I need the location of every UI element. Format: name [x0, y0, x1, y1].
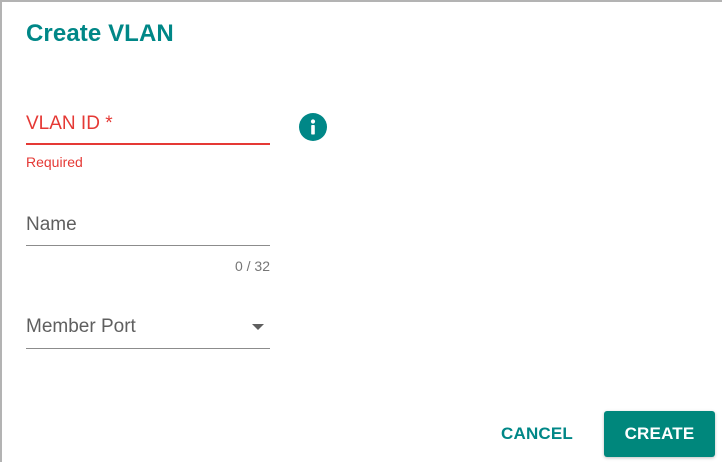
member-port-underline [26, 348, 270, 349]
name-label: Name [26, 214, 77, 235]
member-port-select[interactable]: Member Port [26, 315, 270, 351]
cancel-button[interactable]: CANCEL [488, 411, 586, 457]
vlan-id-underline [26, 143, 270, 145]
create-button[interactable]: CREATE [604, 411, 715, 457]
name-underline [26, 245, 270, 246]
dropdown-arrow-icon[interactable] [252, 324, 264, 330]
member-port-label: Member Port [26, 316, 136, 337]
info-icon-glyph [310, 119, 316, 135]
vlan-id-error-text: Required [26, 154, 83, 170]
create-vlan-dialog: Create VLAN VLAN ID * Required Name 0 / … [0, 0, 722, 462]
vlan-id-field[interactable]: VLAN ID * [26, 112, 270, 148]
dialog-title: Create VLAN [26, 20, 174, 47]
info-icon[interactable] [299, 113, 327, 141]
vlan-id-label: VLAN ID * [26, 113, 113, 134]
name-char-counter: 0 / 32 [234, 258, 270, 274]
name-field[interactable]: Name [26, 213, 270, 249]
